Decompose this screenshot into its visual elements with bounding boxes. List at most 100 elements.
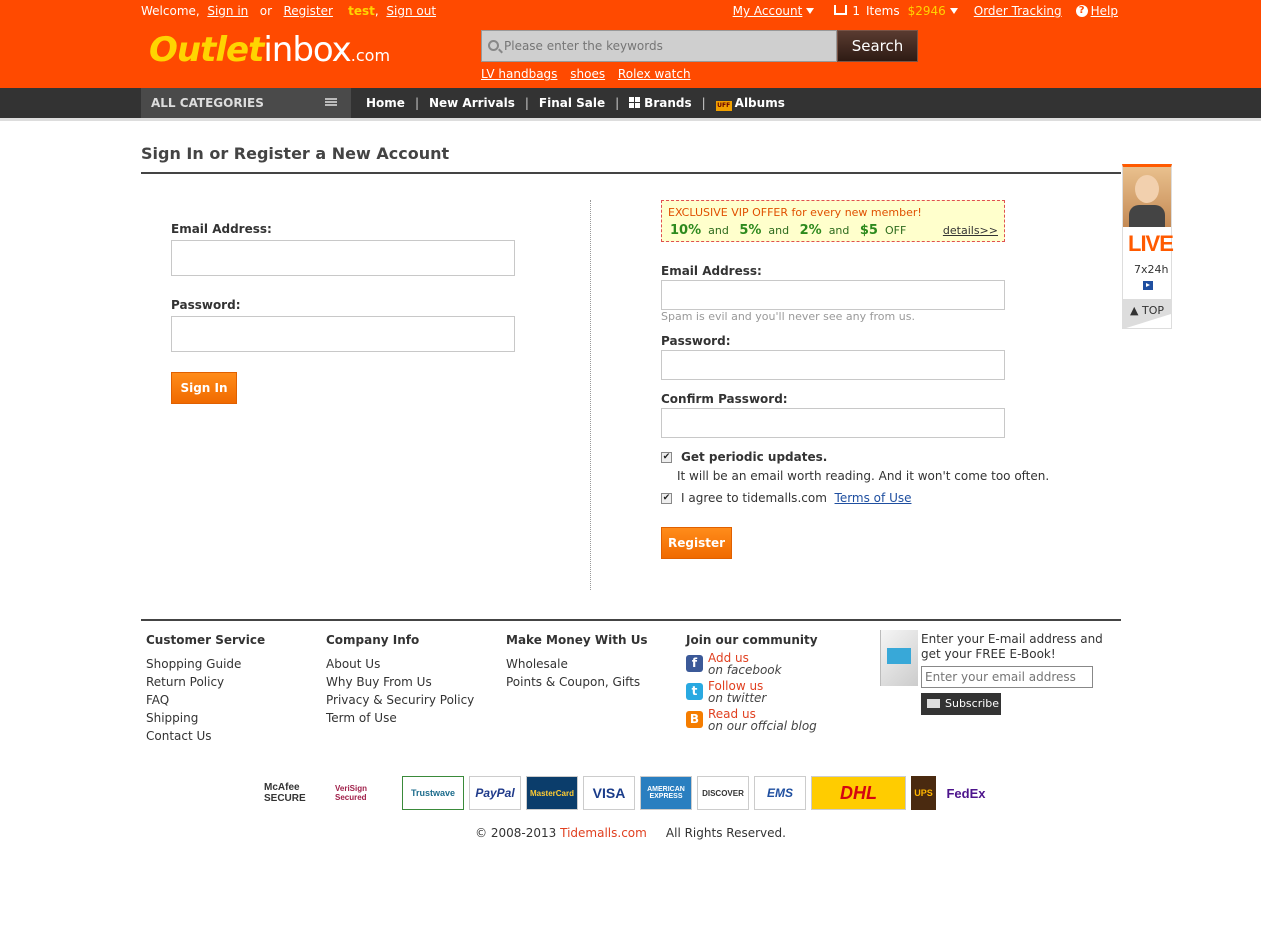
updates-hint: It will be an email worth reading. And i… — [677, 469, 1050, 483]
agree-text: I agree to tidemalls.com Terms of Use — [681, 491, 911, 505]
facebook-link[interactable]: f Add us on facebook — [686, 651, 856, 681]
sign-in-button[interactable]: Sign In — [171, 372, 237, 404]
live-chat-widget[interactable]: LIVE 7x24h ▲ TOP — [1122, 164, 1174, 329]
blogger-icon: B — [686, 711, 703, 728]
footer-link[interactable]: Return Policy — [146, 673, 265, 691]
ebook-text: Enter your E-mail address and get your F… — [921, 632, 1103, 661]
order-tracking-link[interactable]: Order Tracking — [974, 4, 1062, 18]
badge-ems: EMS — [754, 776, 806, 810]
footer-link[interactable]: Contact Us — [146, 727, 265, 745]
register-password-input[interactable] — [661, 350, 1005, 380]
footer-link[interactable]: Wholesale — [506, 655, 648, 673]
social-target: on our offcial blog — [708, 719, 817, 733]
agree-label: I agree to tidemalls.com — [681, 491, 827, 505]
trust-badges: McAfee SECURE VeriSign Secured Trustwave… — [264, 776, 991, 810]
footer-col-title: Customer Service — [146, 633, 266, 647]
title-divider — [141, 172, 1121, 174]
nav-albums[interactable]: Albums — [735, 96, 785, 110]
search-input[interactable] — [482, 31, 836, 61]
signin-email-input[interactable] — [171, 240, 515, 276]
ebook-email-input[interactable] — [921, 666, 1093, 688]
twitter-link[interactable]: t Follow us on twitter — [686, 679, 856, 709]
badge-fedex: FedEx — [946, 785, 986, 801]
footer-make-money: Make Money With Us Wholesale Points & Co… — [506, 633, 648, 691]
username: test — [348, 4, 375, 18]
site-logo[interactable]: Outletinbox.com — [149, 30, 390, 70]
footer-link[interactable]: Shopping Guide — [146, 655, 265, 673]
page-title: Sign In or Register a New Account — [141, 144, 450, 163]
vip-details-link[interactable]: details>> — [943, 224, 998, 237]
albums-icon: UFF — [715, 101, 732, 111]
back-to-top-button[interactable]: ▲ TOP — [1123, 299, 1171, 329]
copyright-brand-link[interactable]: Tidemalls.com — [560, 826, 647, 840]
register-button[interactable]: Register — [661, 527, 732, 559]
all-categories-menu[interactable]: ALL CATEGORIES — [141, 88, 351, 118]
search-icon — [488, 40, 499, 51]
logo-part-com: .com — [350, 46, 391, 65]
nav-final-sale[interactable]: Final Sale — [539, 96, 605, 110]
cart-total: $2946 — [907, 4, 946, 18]
site-header: Welcome, Sign in or Register test, Sign … — [0, 0, 1261, 88]
footer-company-info: Company Info About Us Why Buy From Us Pr… — [326, 633, 474, 727]
cart-icon[interactable] — [834, 5, 848, 15]
and-text: and — [768, 224, 790, 237]
envelope-icon — [880, 630, 918, 686]
chevron-down-icon[interactable] — [949, 8, 958, 14]
footer-col-title: Join our community — [686, 633, 818, 647]
vip-offer-discounts: 10% and 5% and 2% and $5 OFF — [670, 223, 906, 238]
logo-part-inbox: inbox — [263, 30, 351, 70]
confirm-password-input[interactable] — [661, 408, 1005, 438]
list-icon — [325, 98, 337, 106]
footer-link[interactable]: Shipping — [146, 709, 265, 727]
help-link[interactable]: Help — [1091, 4, 1118, 18]
social-target: on facebook — [708, 663, 782, 677]
cart-count[interactable]: 1 — [852, 4, 860, 18]
play-icon[interactable] — [1143, 281, 1153, 290]
sign-out-link[interactable]: Sign out — [386, 4, 436, 18]
nav-brands[interactable]: Brands — [644, 96, 691, 110]
hot-link-lv-handbags[interactable]: LV handbags — [481, 67, 557, 81]
footer-link[interactable]: Privacy & Securiry Policy — [326, 691, 474, 709]
chevron-down-icon[interactable] — [806, 8, 815, 14]
social-target: on twitter — [708, 691, 767, 705]
register-email-input[interactable] — [661, 280, 1005, 310]
badge-verisign[interactable]: VeriSign Secured — [335, 776, 397, 810]
search-button[interactable]: Search — [837, 30, 918, 62]
badge-mastercard: MasterCard — [526, 776, 578, 810]
footer-link[interactable]: Points & Coupon, Gifts — [506, 673, 648, 691]
search-box — [481, 30, 837, 62]
footer-link[interactable]: Term of Use — [326, 709, 474, 727]
comma-text: , — [374, 4, 379, 18]
account-bar: My Account 1 Items $2946 Order Tracking … — [733, 4, 1118, 18]
facebook-icon: f — [686, 655, 703, 672]
hot-link-rolex-watch[interactable]: Rolex watch — [618, 67, 691, 81]
subscribe-label: Subscribe — [945, 697, 1000, 710]
spam-hint: Spam is evil and you'll never see any fr… — [661, 310, 915, 323]
badge-trustwave[interactable]: Trustwave — [402, 776, 464, 810]
register-link[interactable]: Register — [283, 4, 332, 18]
welcome-bar: Welcome, Sign in or Register test, Sign … — [141, 4, 436, 18]
blog-link[interactable]: B Read us on our offcial blog — [686, 707, 856, 737]
badge-mcafee[interactable]: McAfee SECURE — [264, 776, 330, 810]
copyright-years: © 2008-2013 — [475, 826, 557, 840]
updates-checkbox[interactable]: ✔ — [661, 452, 672, 463]
subscribe-button[interactable]: Subscribe — [921, 693, 1001, 715]
sign-in-link[interactable]: Sign in — [207, 4, 248, 18]
help-icon[interactable]: ? — [1075, 5, 1088, 17]
my-account-link[interactable]: My Account — [733, 4, 803, 18]
column-divider — [590, 200, 591, 590]
footer-link[interactable]: FAQ — [146, 691, 265, 709]
signin-password-label: Password: — [171, 298, 241, 312]
nav-home[interactable]: Home — [366, 96, 405, 110]
signin-password-input[interactable] — [171, 316, 515, 352]
hot-link-shoes[interactable]: shoes — [570, 67, 605, 81]
footer-link[interactable]: Why Buy From Us — [326, 673, 474, 691]
badge-paypal: PayPal — [469, 776, 521, 810]
nav-new-arrivals[interactable]: New Arrivals — [429, 96, 515, 110]
updates-label: Get periodic updates. — [681, 450, 828, 464]
welcome-text: Welcome, — [141, 4, 200, 18]
cart-items-label[interactable]: Items — [866, 4, 900, 18]
agree-checkbox[interactable]: ✔ — [661, 493, 672, 504]
footer-link[interactable]: About Us — [326, 655, 474, 673]
terms-of-use-link[interactable]: Terms of Use — [835, 491, 912, 505]
